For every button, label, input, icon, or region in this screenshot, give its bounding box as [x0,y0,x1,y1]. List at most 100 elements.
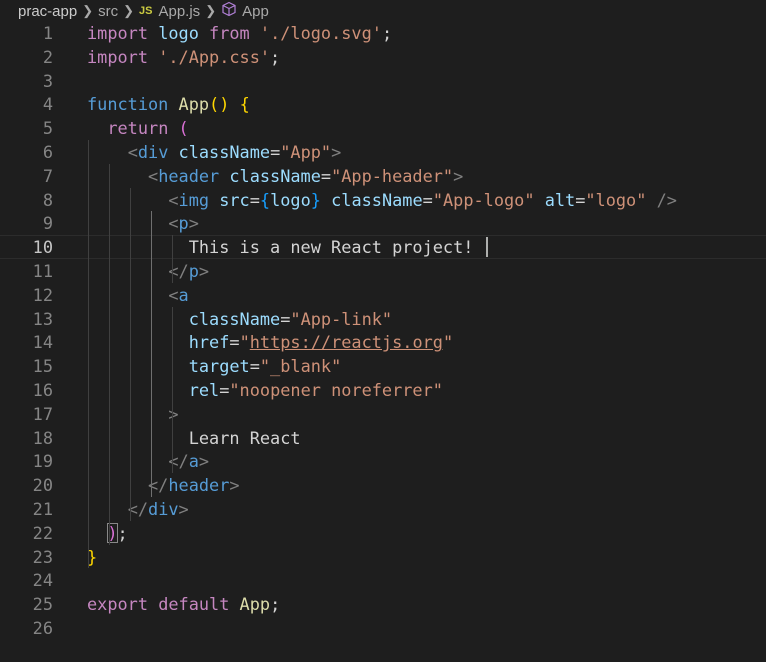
code-line[interactable]: 12 <a [0,283,766,307]
code-text[interactable]: > [87,402,179,426]
code-text[interactable]: export default App; [87,592,280,616]
breadcrumb: prac-app ❯ src ❯ JS App.js ❯ App [0,0,766,22]
code-line[interactable]: 11 </p> [0,259,766,283]
code-token: > [188,213,199,234]
code-token: './logo.svg' [259,23,382,43]
breadcrumb-symbol[interactable]: App [242,3,269,20]
code-token: < [148,165,159,186]
code-line[interactable]: 1 import logo from './logo.svg'; [0,21,766,45]
code-token: > [168,403,179,424]
line-number: 18 [32,427,53,448]
code-line[interactable]: 23} [0,545,766,569]
line-number: 26 [32,618,53,638]
code-line[interactable]: 5 return ( [0,116,766,140]
code-token: ( [178,118,189,139]
code-text[interactable]: rel="noopener noreferrer" [87,378,443,402]
code-line[interactable]: 9 <p> [0,211,766,235]
code-line[interactable]: 20 </header> [0,473,766,497]
code-token: ; [270,46,281,67]
code-line[interactable]: 22 ); [0,521,766,545]
code-editor[interactable]: 1 import logo from './logo.svg'; 2 import '… [0,21,766,662]
code-line[interactable]: 26 [0,616,766,640]
code-token: > [453,165,464,186]
code-text[interactable]: href="https://reactjs.org" [87,330,453,354]
cube-icon [221,1,237,21]
breadcrumb-project[interactable]: prac-app [18,3,77,20]
code-text[interactable]: import logo from './logo.svg'; [87,21,392,45]
code-text[interactable]: function App() { [87,92,250,116]
code-line[interactable]: 24 [0,568,766,592]
indent-guide [87,140,89,569]
code-line[interactable]: 18 Learn React [0,426,766,450]
code-text[interactable]: </div> [87,497,189,521]
code-text[interactable]: target="_blank" [87,354,342,378]
code-line[interactable]: 4 function App() { [0,92,766,116]
code-line[interactable]: 8 <img src={logo} className="App-logo" a… [0,188,766,212]
code-line[interactable]: 19 </a> [0,449,766,473]
code-text[interactable]: ); [87,521,128,545]
line-number: 12 [32,284,53,305]
code-line[interactable]: 3 [0,69,766,93]
code-text[interactable]: <a [87,283,189,307]
code-text[interactable]: </a> [87,449,209,473]
code-text[interactable]: return ( [87,116,189,140]
code-line[interactable]: 6 <div className="App"> [0,140,766,164]
code-token: /> [656,189,677,210]
indent-guide [171,306,173,426]
code-token: > [198,451,210,472]
code-line[interactable]: 16 rel="noopener noreferrer" [0,378,766,402]
code-text[interactable]: <header className="App-header"> [87,164,463,188]
code-token: This is a new React project! [87,237,474,258]
code-token: = [249,189,260,210]
code-token: className [229,165,321,186]
code-text[interactable]: </header> [87,473,240,497]
breadcrumb-folder[interactable]: src [98,3,118,20]
code-text[interactable]: <p> [87,211,199,235]
code-line[interactable]: 2 import './App.css'; [0,45,766,69]
code-token: href [188,332,230,353]
code-line[interactable]: 21 </div> [0,497,766,521]
code-line[interactable]: 14 href="https://reactjs.org" [0,330,766,354]
code-line[interactable]: 7 <header className="App-header"> [0,164,766,188]
code-text[interactable]: This is a new React project! [87,235,474,259]
code-text[interactable]: import './App.css'; [87,45,280,69]
code-line[interactable]: 15 target="_blank" [0,354,766,378]
line-number: 4 [42,94,53,115]
line-number: 5 [42,118,53,139]
code-token: "App-header" [331,165,454,186]
code-text[interactable]: Learn React [87,426,301,450]
indent-guide [171,235,173,283]
line-number: 13 [32,308,53,329]
code-token: > [198,261,210,281]
code-line[interactable]: 17 > [0,402,766,426]
code-text[interactable]: className="App-link" [87,307,392,331]
code-token: target [188,356,250,377]
code-line[interactable]: 13 className="App-link" [0,307,766,331]
code-text[interactable]: </p> [87,259,209,283]
line-number: 1 [42,23,53,43]
breadcrumb-file[interactable]: App.js [158,3,200,20]
code-text[interactable]: <div className="App"> [87,140,342,164]
code-token: < [168,189,179,210]
code-token: a [178,284,189,305]
line-number: 21 [32,499,53,519]
line-number: 6 [42,142,53,162]
line-number: 9 [42,213,53,234]
code-line[interactable]: 25 export default App; [0,592,766,616]
line-number: 10 [32,237,53,258]
code-line[interactable]: 10 This is a new React project! [0,235,766,259]
code-text[interactable]: <img src={logo} className="App-logo" alt… [87,188,677,212]
